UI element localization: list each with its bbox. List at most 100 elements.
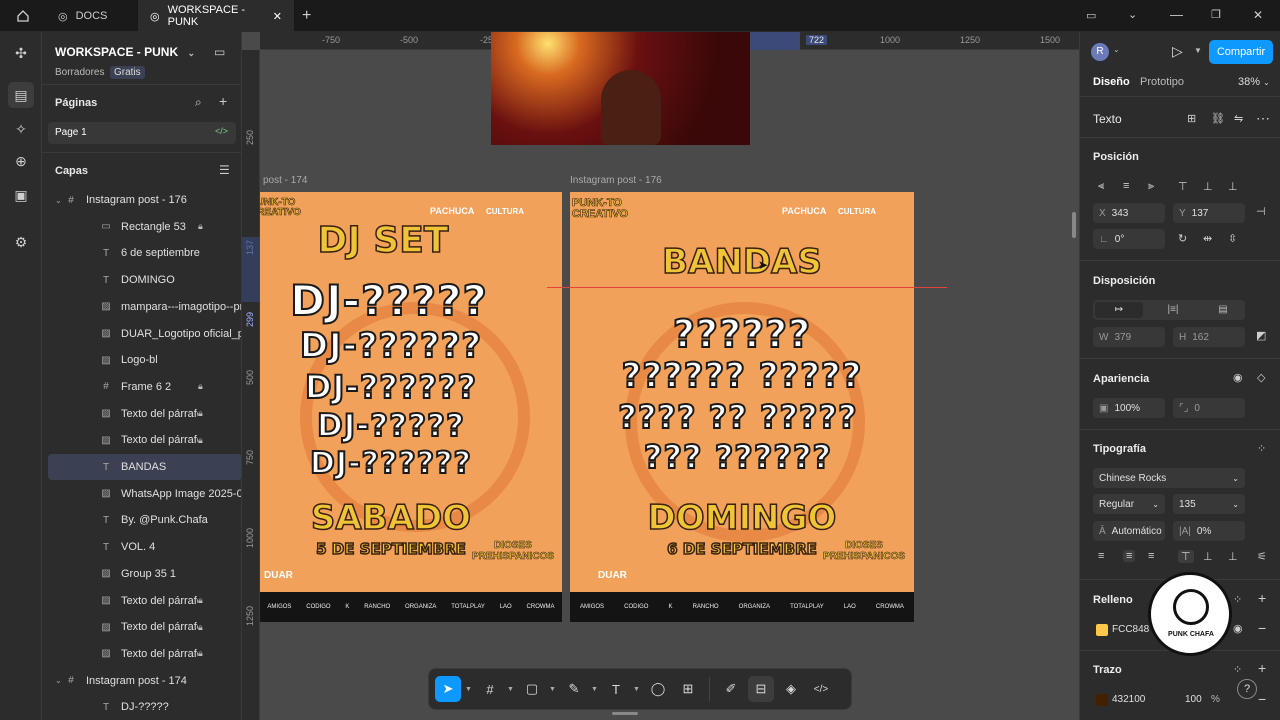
font-weight-select[interactable]: Regular ⌄ [1093,494,1165,514]
canvas[interactable]: -750 -500 -25 722 1000 1250 1500 250 137… [242,32,1079,720]
add-fill-icon[interactable]: + [1258,590,1266,606]
letter-spacing-field[interactable]: |A| 0% [1173,521,1245,541]
draw-tool-icon[interactable]: ✐ [718,676,744,702]
corner-radius-field[interactable]: ⌜⌟ 0 [1173,398,1245,418]
rotate-icon[interactable]: ↻ [1178,232,1187,245]
tab-design[interactable]: Diseño [1093,76,1130,88]
plugins-icon[interactable]: ⊕ [8,148,34,174]
lock-icon[interactable]: 🔒︎ [198,595,212,606]
vertical-align-bottom-icon[interactable]: ⊥ [1228,550,1238,563]
layer-item[interactable]: ▨ mampara---imagotipo--primario [42,294,241,320]
poster-heading-selected[interactable]: BANDAS [570,241,914,283]
add-stroke-icon[interactable]: + [1258,660,1266,676]
height-field[interactable]: H 162 [1173,327,1245,347]
horizontal-scrollbar[interactable] [612,712,638,715]
layer-item[interactable]: T By. @Punk.Chafa [42,507,241,533]
stroke-swatch[interactable] [1096,694,1108,706]
layer-item[interactable]: ▨ Texto del párrafo (2)🔒︎ [42,401,241,427]
lock-icon[interactable]: 🔒︎ [198,622,212,633]
chevron-down-icon[interactable]: ▼ [549,686,557,693]
align-right-icon[interactable]: ⫸ [1148,180,1154,193]
design-mode-icon[interactable]: ⊟ [748,676,774,702]
close-tab-icon[interactable]: ✕ [273,10,282,23]
rotation-field[interactable]: ∟ 0° [1093,229,1165,249]
avatar[interactable]: R [1091,43,1109,61]
eye-icon[interactable]: ◉ [1233,371,1243,384]
align-center-v-icon[interactable]: ⊥ [1203,180,1213,193]
constraints-icon[interactable]: ⊣ [1256,205,1266,218]
fixed-width-icon[interactable]: ↦ [1095,302,1143,318]
lock-icon[interactable]: 🔒︎ [198,381,212,392]
instagram-post-174[interactable]: PUNK-TO CREATIVO PACHUCA CULTURA DJ SET … [260,192,562,622]
fill-swatch[interactable] [1096,624,1108,636]
layers-list-icon[interactable]: ☰ [219,163,230,177]
grid-icon[interactable]: ⊞ [1187,112,1196,125]
link-icon[interactable]: ⛓ [1211,112,1225,125]
resources-icon[interactable]: ▣ [8,182,34,208]
toggle-sidebar-icon[interactable]: ▭ [214,45,225,59]
tab-prototype[interactable]: Prototipo [1140,76,1184,88]
layer-item[interactable]: ▨ Texto del párrafo (1)🔒︎ [42,641,241,667]
layer-item[interactable]: ▨ Texto del párrafo (2)🔒︎ [42,427,241,453]
chevron-down-icon[interactable]: ⌄ [55,196,62,205]
tab-workspace-punk[interactable]: ◎ WORKSPACE - PUNK ✕ [138,0,294,32]
type-settings-icon[interactable]: ⁘ [1257,442,1266,455]
figma-logo-icon[interactable]: ✣ [8,40,34,66]
hug-width-icon[interactable]: |≡| [1153,302,1193,318]
layer-item[interactable]: ▨ DUAR_Logotipo oficial_page-0001 [42,321,241,347]
auto-height-icon[interactable]: ▤ [1203,302,1243,318]
text-tool-icon[interactable]: T [603,676,629,702]
styles-icon[interactable]: ⁘ [1233,663,1242,676]
layer-item[interactable]: T VOL. 4 [42,534,241,560]
rectangle-tool-icon[interactable]: ▢ [519,676,545,702]
chevron-down-icon[interactable]: ⌄ [1128,8,1137,21]
canvas-scrollbar[interactable] [1072,212,1076,238]
text-align-center-icon[interactable]: ≡ [1123,550,1136,562]
artboard-label-left[interactable]: post - 174 [263,175,307,186]
blend-mode-icon[interactable]: ◇ [1257,371,1265,384]
artboard-label-right[interactable]: Instagram post - 176 [570,175,662,186]
present-icon[interactable]: ▷ [1172,43,1183,60]
dev-mode-icon[interactable]: </> [808,676,834,702]
window-tabs-icon[interactable]: ▭ [1086,9,1096,22]
layer-item[interactable]: ▭ Rectangle 53 🔒︎ [42,214,241,240]
x-field[interactable]: X 343 [1093,203,1165,223]
eye-icon[interactable]: ◉ [1233,622,1243,635]
add-page-icon[interactable]: + [219,93,227,109]
pen-tool-icon[interactable]: ✎ [561,676,587,702]
fill-hex[interactable]: FCC848 [1112,624,1149,635]
lock-icon[interactable]: 🔒︎ [198,435,212,446]
layer-item[interactable]: ▨ Group 35 1 [42,561,241,587]
layer-item[interactable]: T DOMINGO [42,267,241,293]
flip-horizontal-icon[interactable]: ⇹ [1203,232,1212,245]
chevron-down-icon[interactable]: ▼ [591,686,599,693]
opacity-field[interactable]: ▣ 100% [1093,398,1165,418]
align-bottom-icon[interactable]: ⊥ [1228,180,1238,193]
move-tool-icon[interactable]: ➤ [435,676,461,702]
y-field[interactable]: Y 137 [1173,203,1245,223]
text-align-left-icon[interactable]: ≡ [1098,550,1104,562]
line-height-field[interactable]: Ā Automático [1093,521,1165,541]
layer-group[interactable]: ⌄ # Instagram post - 174 [42,668,241,694]
home-icon[interactable] [14,8,32,24]
minimize-icon[interactable]: — [1170,7,1183,22]
vertical-align-top-icon[interactable]: ⊤ [1178,550,1194,563]
align-center-h-icon[interactable]: ≡ [1123,180,1129,192]
lock-icon[interactable]: 🔒︎ [198,221,212,232]
remove-stroke-icon[interactable]: − [1258,691,1266,707]
layer-group[interactable]: ⌄ # Instagram post - 176 [42,187,241,213]
swap-icon[interactable]: ⇋ [1234,112,1243,125]
chevron-down-icon[interactable]: ⌄ [55,676,62,685]
lock-icon[interactable]: 🔒︎ [198,648,212,659]
zoom-level[interactable]: 38% ⌄ [1238,76,1270,88]
share-button[interactable]: Compartir [1209,40,1273,64]
comment-tool-icon[interactable]: ◯ [645,676,671,702]
drafts-label[interactable]: Borradores [55,67,104,78]
layer-item[interactable]: ▨ Texto del párrafo (3)🔒︎ [42,614,241,640]
workspace-title[interactable]: WORKSPACE - PUNK ⌄ [55,45,195,59]
stroke-hex[interactable]: 432100 [1112,694,1145,705]
layer-item[interactable]: T DJ-????? [42,694,241,720]
align-top-icon[interactable]: ⊤ [1178,180,1188,193]
assets-icon[interactable]: ✧ [8,116,34,142]
chevron-down-icon[interactable]: ▼ [633,686,641,693]
